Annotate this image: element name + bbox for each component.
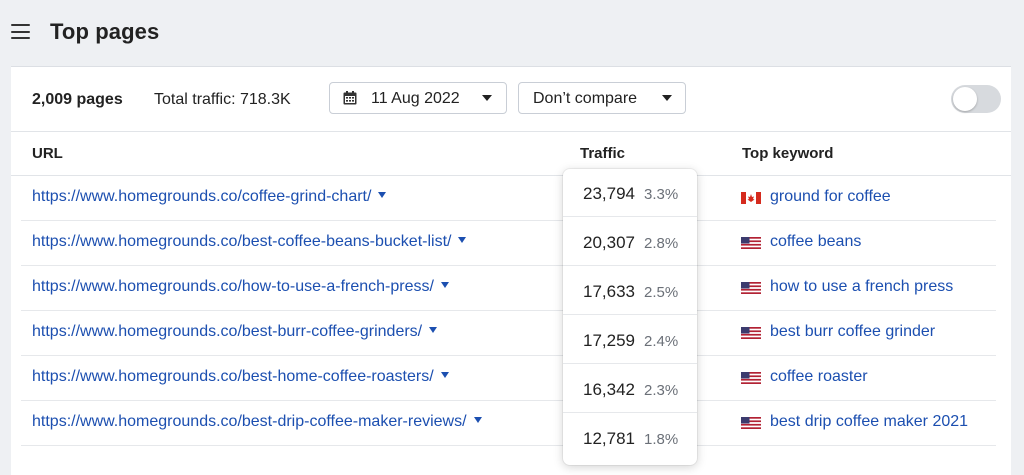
us-flag-icon	[741, 417, 761, 429]
page-title: Top pages	[50, 19, 159, 45]
toggle-switch[interactable]	[951, 85, 1001, 113]
chevron-down-icon[interactable]	[441, 372, 449, 378]
us-flag-icon	[741, 282, 761, 294]
traffic-value: 17,259	[583, 331, 635, 351]
us-flag-icon	[741, 372, 761, 384]
traffic-percent: 3.3%	[644, 186, 678, 203]
traffic-percent: 2.5%	[644, 284, 678, 301]
date-label: 11 Aug 2022	[371, 90, 460, 108]
traffic-cell[interactable]: 16,342 2.3%	[563, 365, 697, 413]
cell-divider	[563, 265, 697, 266]
row-divider	[21, 445, 996, 446]
traffic-cell[interactable]: 20,307 2.8%	[563, 218, 697, 266]
total-traffic: Total traffic: 718.3K	[154, 91, 291, 109]
top-keyword-link[interactable]: coffee beans	[770, 233, 861, 251]
page-url-link[interactable]: https://www.homegrounds.co/best-coffee-b…	[32, 233, 466, 251]
page-url-link[interactable]: https://www.homegrounds.co/best-drip-cof…	[32, 413, 482, 431]
column-header-top-keyword[interactable]: Top keyword	[742, 145, 833, 162]
cell-divider	[563, 314, 697, 315]
top-pages-card: 2,009 pages Total traffic: 718.3K 11 Aug…	[11, 66, 1011, 475]
us-flag-icon	[741, 327, 761, 339]
cell-divider	[563, 216, 697, 217]
chevron-down-icon[interactable]	[441, 282, 449, 288]
top-keyword-link[interactable]: how to use a french press	[770, 278, 953, 296]
compare-label: Don’t compare	[533, 90, 637, 108]
traffic-value: 23,794	[583, 184, 635, 204]
table-row: https://www.homegrounds.co/best-home-cof…	[11, 356, 1011, 401]
traffic-percent: 1.8%	[644, 431, 678, 448]
pages-count: 2,009 pages	[32, 91, 123, 109]
toolbar: 2,009 pages Total traffic: 718.3K 11 Aug…	[11, 67, 1011, 132]
traffic-value: 17,633	[583, 282, 635, 302]
page-url-link[interactable]: https://www.homegrounds.co/coffee-grind-…	[32, 188, 386, 206]
page-url-link[interactable]: https://www.homegrounds.co/how-to-use-a-…	[32, 278, 449, 296]
chevron-down-icon[interactable]	[378, 192, 386, 198]
canada-flag-icon	[741, 192, 761, 204]
us-flag-icon	[741, 237, 761, 249]
page-url-link[interactable]: https://www.homegrounds.co/best-burr-cof…	[32, 323, 437, 341]
cell-divider	[563, 412, 697, 413]
top-keyword-link[interactable]: ground for coffee	[770, 188, 891, 206]
column-header-traffic[interactable]: Traffic	[580, 145, 625, 162]
table-row: https://www.homegrounds.co/how-to-use-a-…	[11, 266, 1011, 311]
traffic-cell[interactable]: 17,259 2.4%	[563, 316, 697, 364]
column-header-url[interactable]: URL	[32, 145, 63, 162]
calendar-icon	[343, 91, 357, 105]
table-row: https://www.homegrounds.co/coffee-grind-…	[11, 176, 1011, 221]
cell-divider	[563, 363, 697, 364]
chevron-down-icon	[662, 95, 672, 101]
top-keyword-link[interactable]: coffee roaster	[770, 368, 868, 386]
top-keyword-link[interactable]: best drip coffee maker 2021	[770, 413, 968, 431]
header: Top pages	[0, 0, 1024, 66]
table-row: https://www.homegrounds.co/best-burr-cof…	[11, 311, 1011, 356]
chevron-down-icon[interactable]	[458, 237, 466, 243]
traffic-cell[interactable]: 23,794 3.3%	[563, 169, 697, 217]
chevron-down-icon[interactable]	[474, 417, 482, 423]
top-keyword-link[interactable]: best burr coffee grinder	[770, 323, 935, 341]
traffic-cell[interactable]: 17,633 2.5%	[563, 267, 697, 315]
toggle-knob	[953, 87, 977, 111]
traffic-percent: 2.3%	[644, 382, 678, 399]
traffic-percent: 2.8%	[644, 235, 678, 252]
traffic-value: 12,781	[583, 429, 635, 449]
page-url-link[interactable]: https://www.homegrounds.co/best-home-cof…	[32, 368, 449, 386]
chevron-down-icon	[482, 95, 492, 101]
traffic-value: 16,342	[583, 380, 635, 400]
chevron-down-icon[interactable]	[429, 327, 437, 333]
hamburger-menu-icon[interactable]	[11, 24, 30, 40]
table-row: https://www.homegrounds.co/best-drip-cof…	[11, 401, 1011, 446]
traffic-cell[interactable]: 12,781 1.8%	[563, 414, 697, 462]
compare-dropdown-button[interactable]: Don’t compare	[518, 82, 686, 114]
table-row: https://www.homegrounds.co/best-coffee-b…	[11, 221, 1011, 266]
traffic-value: 20,307	[583, 233, 635, 253]
traffic-column-highlight: 23,794 3.3% 20,307 2.8% 17,633 2.5% 17,2…	[563, 169, 697, 465]
date-picker-button[interactable]: 11 Aug 2022	[329, 82, 507, 114]
traffic-percent: 2.4%	[644, 333, 678, 350]
